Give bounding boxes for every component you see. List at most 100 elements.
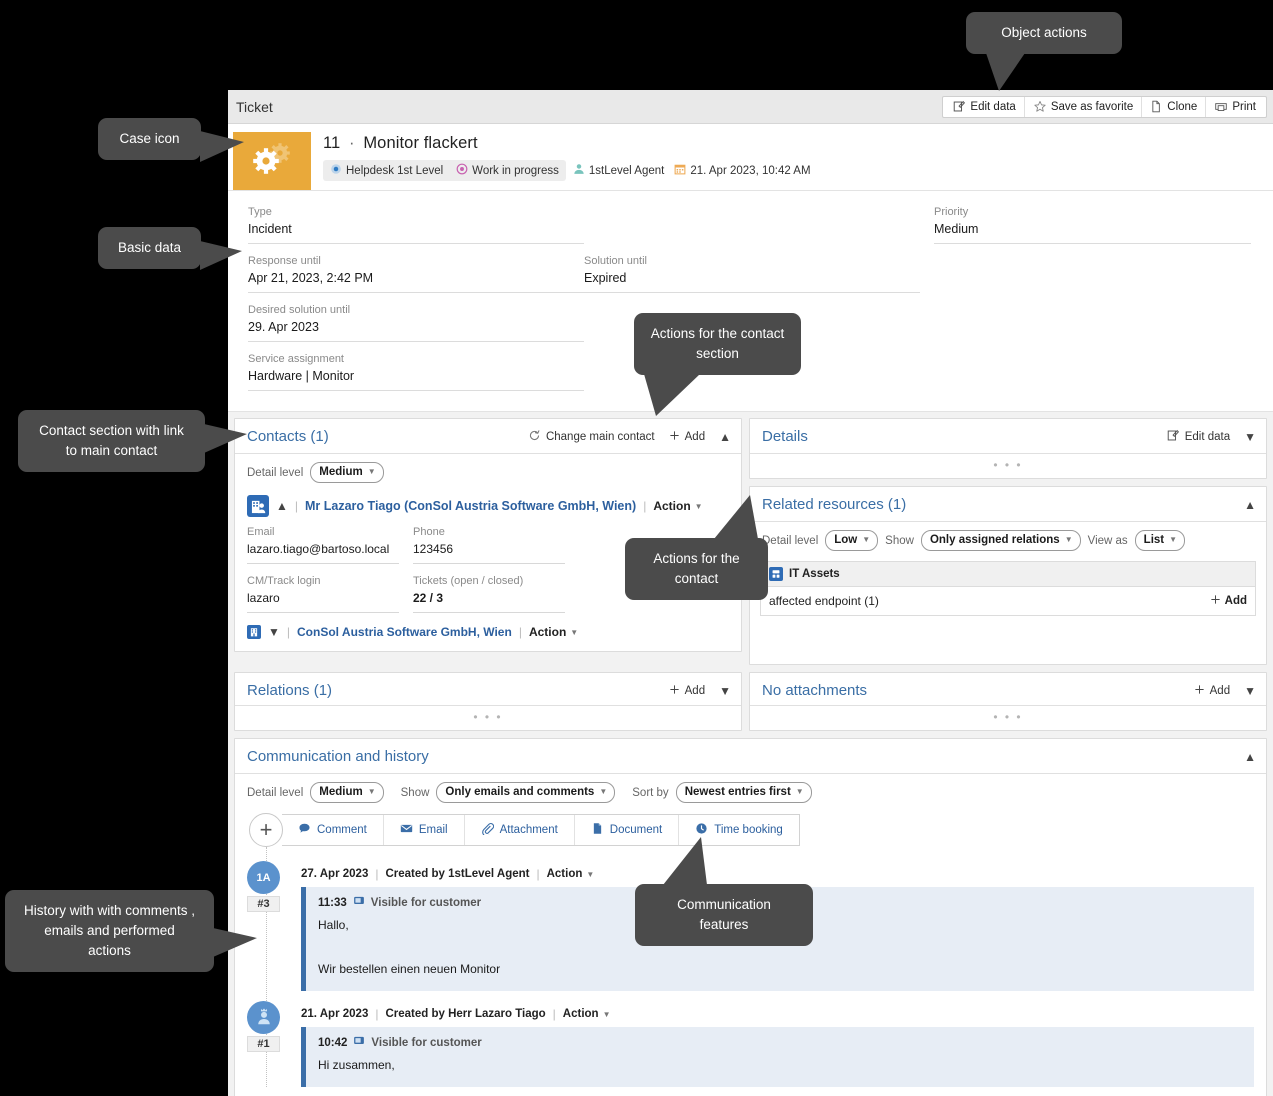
- save-as-favorite-button[interactable]: Save as favorite: [1025, 96, 1143, 117]
- print-button[interactable]: Print: [1206, 97, 1264, 117]
- communication-action-buttons: + Comment Email Attachment Document Time…: [249, 813, 1254, 847]
- visible-for-customer-icon: [353, 1035, 365, 1050]
- chevron-down-icon: ▼: [795, 787, 804, 796]
- contacts-detail-level-select[interactable]: Medium ▼: [310, 462, 384, 483]
- rr-view-as-select[interactable]: List ▼: [1134, 530, 1186, 551]
- details-collapse-chevron-down-icon[interactable]: ▼: [1244, 431, 1256, 443]
- chevron-down-icon: ▼: [367, 787, 376, 796]
- basic-data-left-column: Type Incident Response until Apr 21, 202…: [248, 205, 920, 401]
- affected-endpoint-add-button[interactable]: Add: [1210, 594, 1247, 608]
- company-link[interactable]: ConSol Austria Software GmbH, Wien: [297, 625, 512, 639]
- attachment-button[interactable]: Attachment: [465, 815, 575, 845]
- company-action-menu[interactable]: Action ▼: [529, 625, 578, 639]
- comm-show-select[interactable]: Only emails and comments ▼: [436, 782, 616, 803]
- entry-action-menu[interactable]: Action ▼: [563, 1008, 611, 1020]
- change-main-contact-button[interactable]: Change main contact: [528, 429, 655, 445]
- email-label: Email: [418, 824, 448, 836]
- copy-icon: [1150, 100, 1163, 113]
- print-label: Print: [1232, 100, 1256, 113]
- company-expand-chevron-down-icon[interactable]: ▼: [268, 626, 280, 638]
- entry-action-label: Action: [562, 1008, 599, 1020]
- details-edit-data-button[interactable]: Edit data: [1167, 429, 1230, 445]
- related-resources-collapse-chevron-up-icon[interactable]: ▲: [1244, 499, 1256, 511]
- panels-row-middle: Relations (1) Add ▼ • • • No attachments…: [234, 672, 1267, 731]
- details-panel: Details Edit data ▼ • • •: [749, 418, 1267, 479]
- contact-action-menu[interactable]: Action ▼: [653, 499, 702, 513]
- chevron-down-icon: ▼: [862, 535, 871, 544]
- field-type-label: Type: [248, 206, 272, 218]
- main-contact-link[interactable]: Mr Lazaro Tiago (ConSol Austria Software…: [305, 499, 636, 513]
- calendar-icon: [674, 163, 686, 178]
- entry-time-label: 10:42: [318, 1036, 348, 1049]
- related-resources-panel: Related resources (1) ▲ Detail level Low…: [749, 486, 1267, 665]
- rr-show-select[interactable]: Only assigned relations ▼: [920, 530, 1081, 551]
- plus-icon: [1210, 594, 1221, 608]
- comment-label: Comment: [317, 824, 367, 836]
- relations-collapse-chevron-down-icon[interactable]: ▼: [719, 685, 731, 697]
- comment-button[interactable]: Comment: [282, 815, 384, 845]
- entry-number: #3: [247, 896, 280, 912]
- history-entry-gutter: #1: [247, 1001, 301, 1087]
- clone-button[interactable]: Clone: [1142, 96, 1207, 117]
- title-separator: ·: [349, 134, 355, 152]
- visible-for-customer-icon: [353, 895, 365, 910]
- communication-collapse-chevron-up-icon[interactable]: ▲: [1244, 751, 1256, 763]
- history-entry-header: 21. Apr 2023 | Created by Herr Lazaro Ti…: [301, 1001, 1254, 1027]
- attachments-add-button[interactable]: Add: [1194, 684, 1230, 698]
- rr-view-as-label: View as: [1087, 534, 1128, 547]
- attachments-title: No attachments: [762, 682, 868, 699]
- history-entry-meta: 10:42 Visible for customer: [318, 1035, 1242, 1050]
- callout-history-label: History with with comments , emails and …: [23, 903, 196, 958]
- contacts-collapse-chevron-up-icon[interactable]: ▲: [719, 431, 731, 443]
- history-entry-card: 10:42 Visible for customer Hi zusammen,: [301, 1027, 1254, 1087]
- attachments-collapse-chevron-down-icon[interactable]: ▼: [1244, 685, 1256, 697]
- contact-action-label: Action: [653, 499, 691, 513]
- asset-icon: [769, 567, 783, 581]
- document-label: Document: [609, 824, 663, 836]
- callout-case-icon-label: Case icon: [119, 131, 180, 146]
- change-main-contact-label: Change main contact: [545, 430, 655, 443]
- communication-title: Communication and history: [247, 748, 429, 765]
- affected-endpoint-add-label: Add: [1224, 595, 1247, 607]
- contact-email-value: lazaro.tiago@bartoso.local: [247, 542, 390, 556]
- callout-history: History with with comments , emails and …: [5, 890, 257, 972]
- relations-panel-header: Relations (1) Add ▼: [235, 673, 741, 706]
- relations-add-button[interactable]: Add: [669, 684, 705, 698]
- entry-visibility: Visible for customer: [370, 896, 482, 909]
- chevron-down-icon: ▼: [1064, 535, 1073, 544]
- object-actions-toolbar[interactable]: Edit data Save as favorite Clone Print: [942, 95, 1267, 118]
- field-desired-solution-until-value: 29. Apr 2023: [248, 320, 319, 334]
- edit-data-button[interactable]: Edit data: [945, 96, 1025, 117]
- contact-field-tickets: Tickets (open / closed) 22 / 3: [413, 574, 565, 613]
- comm-sort-by-select[interactable]: Newest entries first ▼: [675, 782, 812, 803]
- callout-tail: [213, 928, 257, 957]
- clock-icon: [695, 822, 708, 838]
- plus-icon: [669, 430, 680, 444]
- add-entry-button[interactable]: +: [249, 813, 283, 847]
- rr-detail-level-select[interactable]: Low ▼: [825, 530, 879, 551]
- callout-tail: [663, 837, 707, 885]
- entry-created-by: Created by Herr Lazaro Tiago: [385, 1008, 546, 1020]
- comm-show-value: Only emails and comments: [445, 786, 595, 798]
- contacts-add-button[interactable]: Add: [669, 430, 705, 444]
- field-service-assignment: Service assignment Hardware | Monitor: [248, 352, 584, 391]
- contact-login-value: lazaro: [247, 591, 280, 605]
- field-priority-value: Medium: [934, 222, 979, 236]
- callout-case-icon: Case icon: [98, 118, 244, 162]
- comm-detail-level-select[interactable]: Medium ▼: [310, 782, 384, 803]
- window-title: Ticket: [236, 98, 273, 115]
- entry-action-menu[interactable]: Action ▼: [547, 868, 595, 880]
- contact-email-label: Email: [247, 526, 275, 538]
- divider: |: [375, 867, 379, 881]
- company-icon: [247, 625, 261, 639]
- callout-actions-contact-label: Actions for the contact: [653, 551, 740, 586]
- divider: |: [294, 499, 299, 513]
- contact-expand-chevron-up-icon[interactable]: ▲: [276, 500, 288, 512]
- divider: |: [643, 499, 647, 513]
- entry-number: #1: [247, 1036, 280, 1052]
- comment-icon: [298, 822, 311, 838]
- contacts-title: Contacts (1): [247, 428, 329, 445]
- email-button[interactable]: Email: [384, 815, 465, 845]
- company-row: ▼ | ConSol Austria Software GmbH, Wien |…: [235, 623, 741, 651]
- time-booking-label: Time booking: [714, 824, 783, 836]
